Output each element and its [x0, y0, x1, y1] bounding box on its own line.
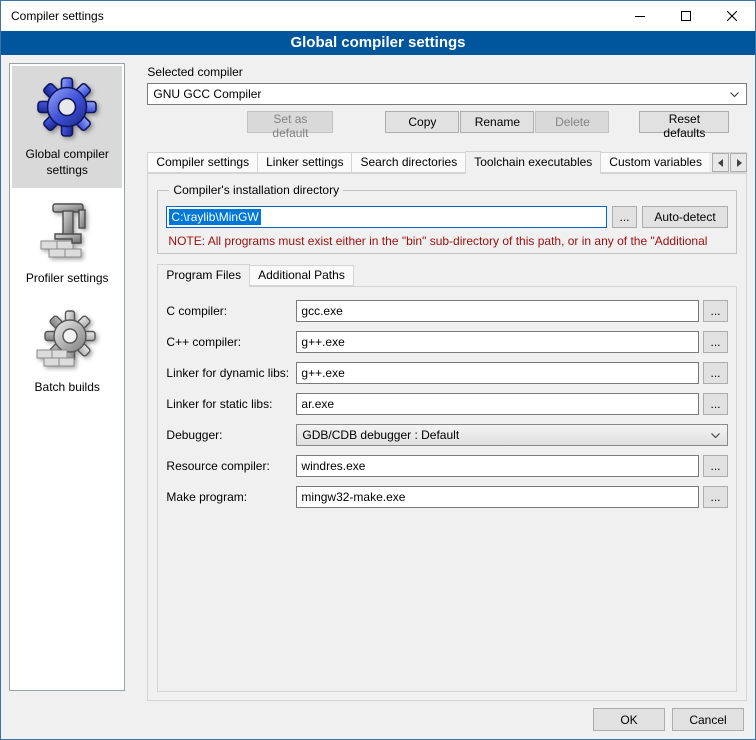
blue-gear-icon — [35, 75, 99, 139]
tab-compiler-settings[interactable]: Compiler settings — [147, 152, 258, 173]
tab-toolchain-executables[interactable]: Toolchain executables — [465, 151, 601, 174]
rename-button[interactable]: Rename — [460, 111, 534, 133]
sidebar-item-profiler-settings[interactable]: Profiler settings — [12, 190, 122, 297]
auto-detect-button[interactable]: Auto-detect — [642, 206, 728, 228]
dialog-body: Global compiler settings — [9, 63, 747, 701]
field-row: C++ compiler: ... — [166, 331, 728, 353]
field-row: Linker for dynamic libs: ... — [166, 362, 728, 384]
tab-scroll-arrows — [709, 153, 747, 172]
gray-gear-bricks-icon — [35, 308, 99, 372]
reset-defaults-button[interactable]: Reset defaults — [639, 111, 729, 133]
installation-directory-value: C:\raylib\MinGW — [169, 209, 260, 225]
delete-button[interactable]: Delete — [535, 111, 609, 133]
resource-compiler-input[interactable] — [296, 455, 699, 477]
chevron-down-icon — [711, 433, 720, 438]
debugger-value: GDB/CDB debugger : Default — [302, 428, 459, 442]
field-row: Resource compiler: ... — [166, 455, 728, 477]
sidebar-item-batch-builds[interactable]: Batch builds — [12, 299, 122, 406]
page-title: Global compiler settings — [1, 31, 755, 55]
note-text: NOTE: All programs must exist either in … — [168, 234, 726, 248]
sidebar-item-label: Profiler settings — [26, 271, 109, 287]
tab-custom-variables[interactable]: Custom variables — [600, 152, 711, 173]
browse-static-linker-button[interactable]: ... — [703, 393, 728, 415]
browse-c-compiler-button[interactable]: ... — [703, 300, 728, 322]
field-row: Debugger: GDB/CDB debugger : Default — [166, 424, 728, 446]
c-compiler-label: C compiler: — [166, 304, 296, 318]
subtab-program-files[interactable]: Program Files — [157, 264, 250, 287]
field-row: C compiler: ... — [166, 300, 728, 322]
browse-resource-compiler-button[interactable]: ... — [703, 455, 728, 477]
titlebar: Compiler settings — [1, 1, 755, 31]
main-area: Selected compiler GNU GCC Compiler Set a… — [135, 63, 747, 701]
cpp-compiler-input[interactable] — [296, 331, 699, 353]
sidebar-item-global-compiler-settings[interactable]: Global compiler settings — [12, 66, 122, 188]
resource-compiler-label: Resource compiler: — [166, 459, 296, 473]
sidebar-item-label: Global compiler settings — [14, 147, 120, 178]
close-button[interactable] — [709, 1, 755, 31]
selected-compiler-dropdown[interactable]: GNU GCC Compiler — [147, 83, 747, 105]
minimize-button[interactable] — [617, 1, 663, 31]
browse-dynamic-linker-button[interactable]: ... — [703, 362, 728, 384]
browse-directory-button[interactable]: ... — [612, 206, 637, 228]
arrow-right-icon — [735, 159, 743, 167]
ok-button[interactable]: OK — [593, 708, 665, 731]
maximize-button[interactable] — [663, 1, 709, 31]
window-title: Compiler settings — [1, 9, 617, 23]
installation-directory-input[interactable]: C:\raylib\MinGW — [166, 206, 607, 228]
browse-cpp-compiler-button[interactable]: ... — [703, 331, 728, 353]
dialog-footer: OK Cancel — [593, 708, 744, 731]
program-files-panel: C compiler: ... C++ compiler: ... Linker… — [157, 286, 737, 692]
copy-button[interactable]: Copy — [385, 111, 459, 133]
tab-linker-settings[interactable]: Linker settings — [257, 152, 352, 173]
install-dir-row: C:\raylib\MinGW ... Auto-detect — [166, 206, 728, 228]
field-row: Linker for static libs: ... — [166, 393, 728, 415]
maximize-icon — [681, 11, 691, 21]
install-dir-group-title: Compiler's installation directory — [169, 183, 343, 197]
toolchain-executables-panel: Compiler's installation directory C:\ray… — [147, 173, 747, 701]
make-program-label: Make program: — [166, 490, 296, 504]
minimize-icon — [635, 11, 645, 21]
selected-compiler-value: GNU GCC Compiler — [153, 87, 261, 101]
cpp-compiler-label: C++ compiler: — [166, 335, 296, 349]
debugger-dropdown[interactable]: GDB/CDB debugger : Default — [296, 424, 728, 446]
dynamic-linker-input[interactable] — [296, 362, 699, 384]
sidebar-item-label: Batch builds — [35, 380, 100, 396]
static-linker-input[interactable] — [296, 393, 699, 415]
tab-scroll-right-button[interactable] — [730, 153, 747, 172]
compiler-actions: Set as default Copy Rename Delete Reset … — [147, 111, 747, 133]
caption-buttons — [617, 1, 755, 31]
close-icon — [727, 11, 737, 21]
debugger-label: Debugger: — [166, 428, 296, 442]
c-compiler-input[interactable] — [296, 300, 699, 322]
profiler-tool-icon — [35, 199, 99, 263]
make-program-input[interactable] — [296, 486, 699, 508]
compiler-settings-window: Compiler settings Global compiler settin… — [0, 0, 756, 740]
subtab-additional-paths[interactable]: Additional Paths — [249, 265, 354, 286]
tab-search-directories[interactable]: Search directories — [351, 152, 466, 173]
chevron-down-icon — [730, 92, 739, 97]
settings-category-list: Global compiler settings — [9, 63, 125, 691]
set-as-default-button[interactable]: Set as default — [247, 111, 333, 133]
selected-compiler-label: Selected compiler — [147, 65, 747, 79]
program-subtabs: Program Files Additional Paths — [157, 264, 737, 287]
arrow-left-icon — [717, 159, 725, 167]
cancel-button[interactable]: Cancel — [672, 708, 744, 731]
browse-make-program-button[interactable]: ... — [703, 486, 728, 508]
dynamic-linker-label: Linker for dynamic libs: — [166, 366, 296, 380]
static-linker-label: Linker for static libs: — [166, 397, 296, 411]
field-row: Make program: ... — [166, 486, 728, 508]
tab-scroll-left-button[interactable] — [712, 153, 729, 172]
settings-tabs: Compiler settings Linker settings Search… — [147, 151, 747, 174]
install-dir-group: Compiler's installation directory C:\ray… — [157, 183, 737, 254]
